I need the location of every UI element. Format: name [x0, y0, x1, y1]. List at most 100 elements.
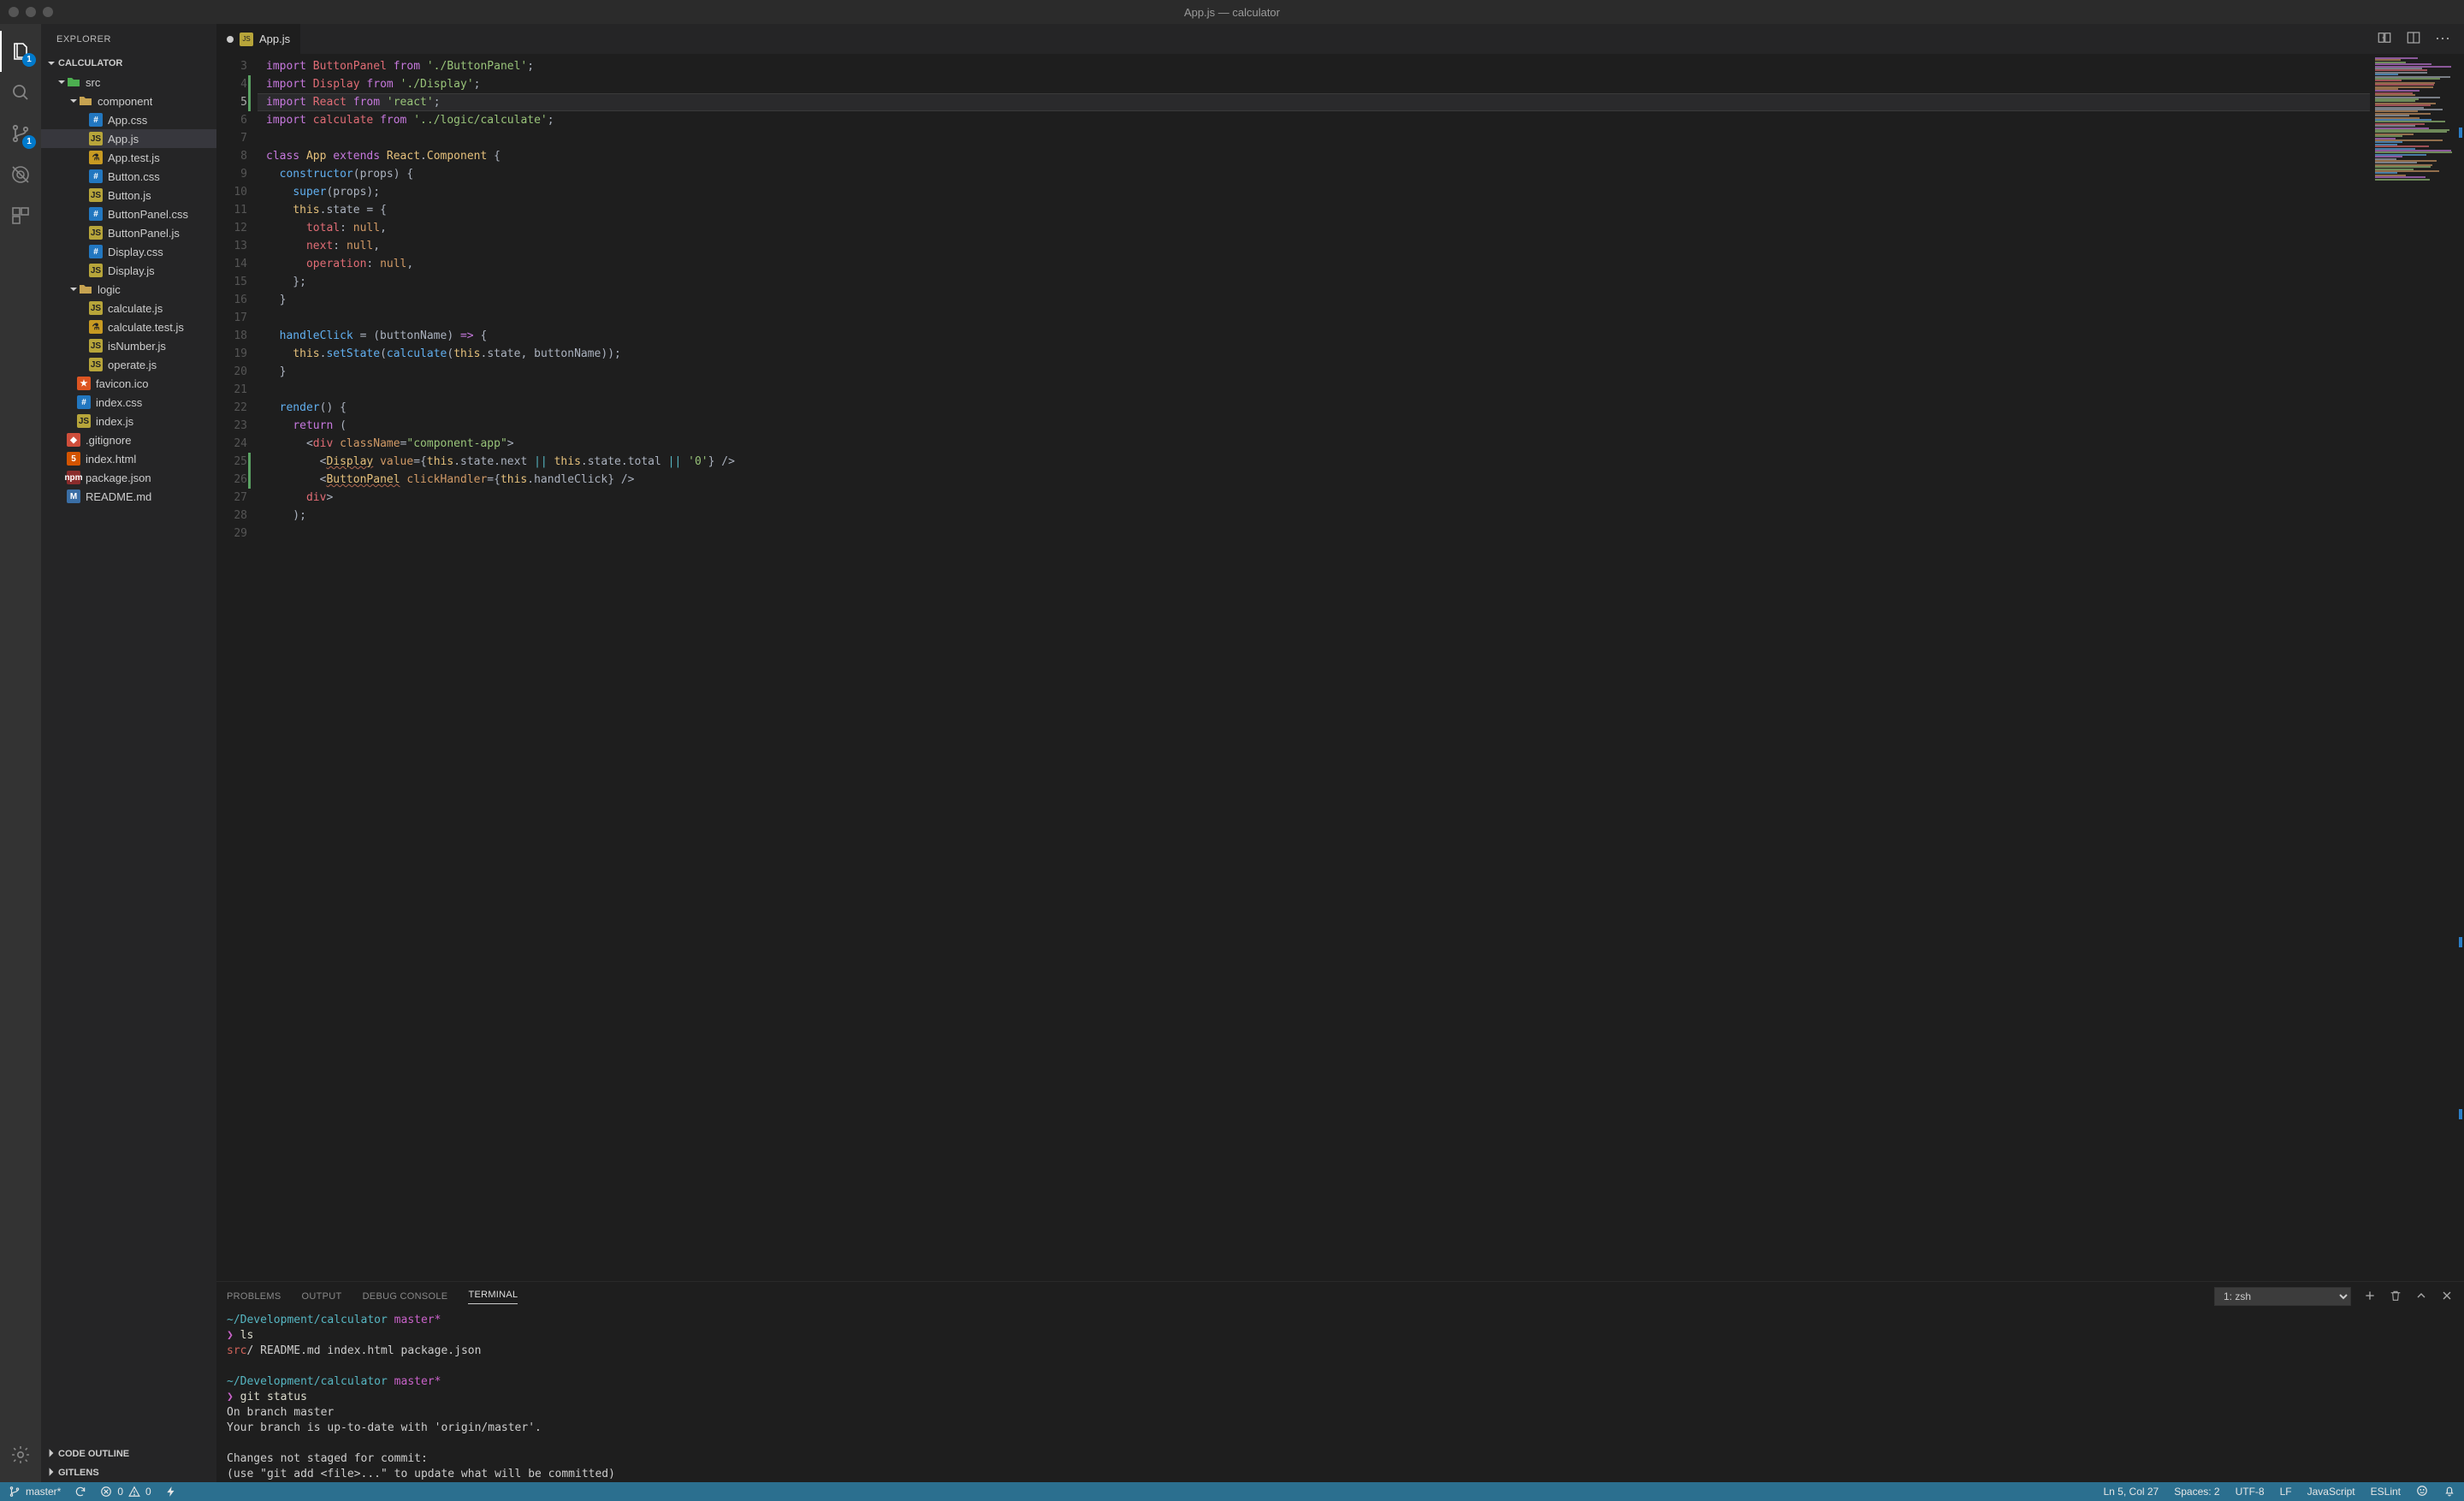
panel-tab-problems[interactable]: PROBLEMS [227, 1291, 281, 1302]
status-notifications[interactable] [2443, 1485, 2455, 1499]
file-app-css[interactable]: #App.css [41, 110, 216, 129]
terminal-text: Changes not staged for commit: [227, 1451, 2454, 1467]
gear-icon [10, 1445, 31, 1465]
file-display-js[interactable]: JSDisplay.js [41, 261, 216, 280]
file-buttonpanel-js[interactable]: JSButtonPanel.js [41, 223, 216, 242]
file-button-css[interactable]: #Button.css [41, 167, 216, 186]
js-icon: JS [89, 226, 103, 240]
chevron-down-icon [46, 58, 56, 68]
dirty-indicator-icon [227, 36, 234, 43]
panel-tab-debug[interactable]: DEBUG CONSOLE [363, 1291, 448, 1302]
terminal-text: README.md index.html package.json [253, 1344, 481, 1357]
activity-search[interactable] [0, 72, 41, 113]
file-calculate-test[interactable]: ⚗ calculate.test.js [41, 317, 216, 336]
file-operate-js[interactable]: JSoperate.js [41, 355, 216, 374]
file-isnumber-js[interactable]: JSisNumber.js [41, 336, 216, 355]
file-package-json[interactable]: npmpackage.json [41, 468, 216, 487]
status-feedback[interactable] [2416, 1485, 2428, 1499]
terminal-selector[interactable]: 1: zsh [2214, 1287, 2351, 1306]
activity-explorer[interactable]: 1 [0, 31, 41, 72]
file-app-js[interactable]: JS App.js [41, 129, 216, 148]
terminal-path: ~/Development/calculator [227, 1314, 388, 1326]
file-index-css[interactable]: #index.css [41, 393, 216, 412]
status-branch[interactable]: master* [9, 1486, 61, 1498]
section-label: GITLENS [58, 1468, 99, 1478]
status-indent[interactable]: Spaces: 2 [2174, 1486, 2219, 1498]
status-problems[interactable]: 0 0 [100, 1486, 151, 1498]
minimize-window-button[interactable] [26, 7, 36, 17]
code-editor[interactable]: 3456789101112131415161718192021222324252… [216, 54, 2464, 1281]
more-actions-button[interactable]: ⋯ [2435, 30, 2452, 48]
file-calculate-js[interactable]: JS calculate.js [41, 299, 216, 317]
file-label: calculate.test.js [108, 321, 184, 334]
chevron-right-icon [46, 1448, 56, 1461]
js-icon: JS [89, 358, 103, 371]
js-icon: JS [89, 301, 103, 315]
maximize-window-button[interactable] [43, 7, 53, 17]
terminal-text: src [227, 1344, 246, 1357]
folder-component[interactable]: component [41, 92, 216, 110]
maximize-panel-button[interactable] [2414, 1289, 2428, 1305]
code-content[interactable]: import ButtonPanel from './ButtonPanel';… [258, 54, 2370, 1281]
panel-tab-terminal[interactable]: TERMINAL [468, 1290, 518, 1304]
terminal-command: ls [240, 1329, 254, 1342]
overview-ruler [2452, 54, 2464, 1281]
folder-icon [79, 94, 92, 108]
file-index-js[interactable]: JSindex.js [41, 412, 216, 430]
compare-changes-button[interactable] [2377, 30, 2392, 48]
new-terminal-button[interactable] [2363, 1289, 2377, 1305]
css-icon: # [77, 395, 91, 409]
activity-settings[interactable] [0, 1434, 41, 1475]
js-icon: JS [89, 188, 103, 202]
activity-scm[interactable]: 1 [0, 113, 41, 154]
file-label: index.js [96, 415, 133, 428]
file-buttonpanel-css[interactable]: # ButtonPanel.css [41, 205, 216, 223]
file-display-css[interactable]: #Display.css [41, 242, 216, 261]
tab-app-js[interactable]: JS App.js [216, 24, 301, 54]
test-icon: ⚗ [89, 320, 103, 334]
file-label: calculate.js [108, 302, 163, 315]
file-button-js[interactable]: JSButton.js [41, 186, 216, 205]
workspace-folder-header[interactable]: CALCULATOR [41, 54, 216, 73]
js-icon: JS [89, 132, 103, 145]
status-cursor-position[interactable]: Ln 5, Col 27 [2104, 1486, 2159, 1498]
status-bar: master* 0 0 Ln 5, Col 27 Spaces: 2 UTF-8… [0, 1482, 2464, 1501]
markdown-icon: M [67, 489, 80, 503]
split-editor-button[interactable] [2406, 30, 2421, 48]
file-readme[interactable]: MREADME.md [41, 487, 216, 506]
warning-icon [128, 1486, 140, 1498]
file-label: App.js [108, 133, 139, 145]
panel-tab-output[interactable]: OUTPUT [302, 1291, 342, 1302]
status-live-share[interactable] [165, 1486, 177, 1498]
folder-src[interactable]: src [41, 73, 216, 92]
status-sync[interactable] [74, 1486, 86, 1498]
status-eslint[interactable]: ESLint [2371, 1486, 2401, 1498]
close-panel-button[interactable] [2440, 1289, 2454, 1305]
folder-logic[interactable]: logic [41, 280, 216, 299]
activity-debug[interactable] [0, 154, 41, 195]
folder-label: src [86, 76, 100, 89]
section-gitlens[interactable]: GITLENS [41, 1463, 216, 1482]
branch-icon [9, 1486, 21, 1498]
minimap[interactable] [2370, 54, 2464, 1281]
file-gitignore[interactable]: ◆.gitignore [41, 430, 216, 449]
file-label: ButtonPanel.css [108, 208, 188, 221]
terminal-command: git status [240, 1391, 307, 1403]
close-window-button[interactable] [9, 7, 19, 17]
kill-terminal-button[interactable] [2389, 1289, 2402, 1305]
file-favicon[interactable]: ★favicon.ico [41, 374, 216, 393]
terminal-output[interactable]: ~/Development/calculator master* ❯ ls sr… [216, 1311, 2464, 1482]
js-icon: JS [240, 33, 253, 46]
status-eol[interactable]: LF [2280, 1486, 2292, 1498]
folder-label: component [98, 95, 152, 108]
status-encoding[interactable]: UTF-8 [2236, 1486, 2265, 1498]
file-index-html[interactable]: 5index.html [41, 449, 216, 468]
css-icon: # [89, 207, 103, 221]
section-code-outline[interactable]: CODE OUTLINE [41, 1445, 216, 1463]
file-label: isNumber.js [108, 340, 166, 353]
activity-extensions[interactable] [0, 195, 41, 236]
status-language[interactable]: JavaScript [2307, 1486, 2355, 1498]
file-app-test[interactable]: ⚗App.test.js [41, 148, 216, 167]
editor-tabs: JS App.js ⋯ [216, 24, 2464, 54]
folder-label: logic [98, 283, 121, 296]
